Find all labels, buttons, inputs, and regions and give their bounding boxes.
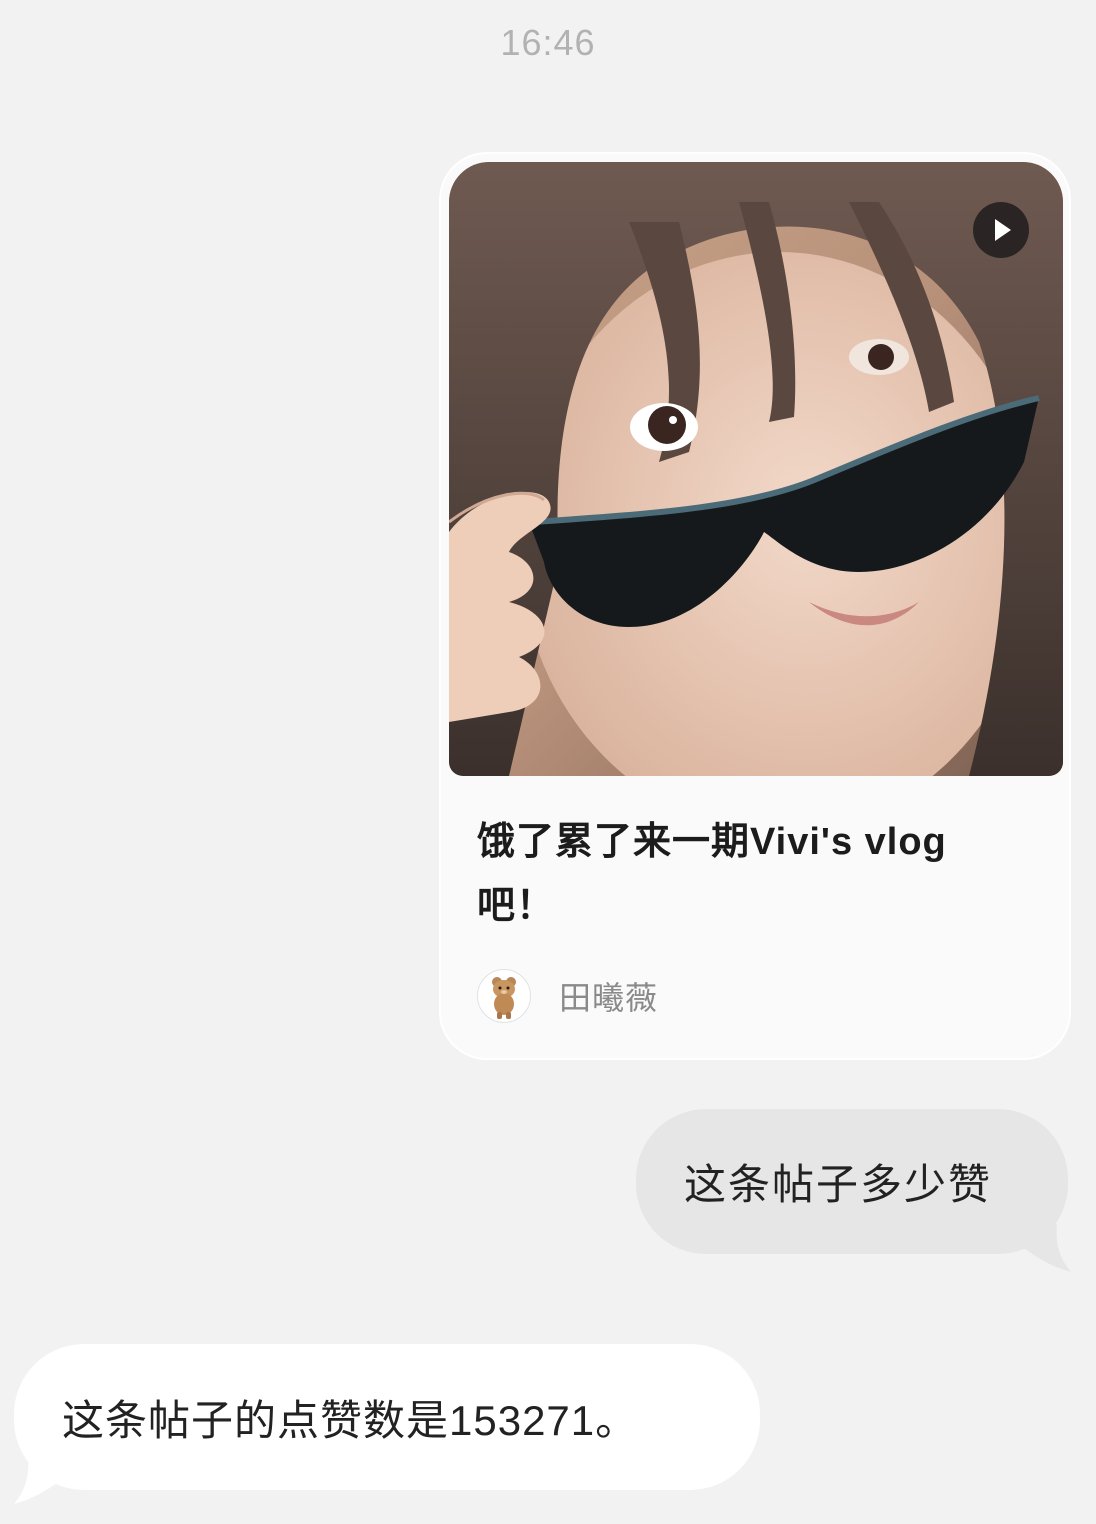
post-title: 饿了累了来一期Vivi's vlog吧！	[477, 821, 947, 927]
user-message-text: 这条帖子多少赞	[684, 1161, 993, 1208]
post-author[interactable]: 田曦薇	[477, 968, 658, 1024]
shared-post-card[interactable]: 饿了累了来一期Vivi's vlog吧！ 田曦薇	[441, 154, 1069, 1058]
cover-illustration	[449, 162, 1063, 776]
assistant-message-bubble[interactable]: 这条帖子的点赞数是153271。	[14, 1344, 760, 1490]
post-cover-image[interactable]	[449, 162, 1063, 776]
assistant-message-text: 这条帖子的点赞数是153271。	[62, 1396, 639, 1444]
teddy-bear-avatar-icon	[477, 969, 531, 1023]
author-name[interactable]: 田曦薇	[559, 973, 658, 1019]
bubble-tail-left-icon	[14, 1456, 80, 1504]
video-play-button[interactable]	[973, 202, 1029, 258]
bubble-tail-right-icon	[1005, 1224, 1071, 1272]
user-message-bubble[interactable]: 这条帖子多少赞	[636, 1109, 1068, 1254]
play-icon	[995, 219, 1011, 241]
message-timestamp: 16:46	[500, 22, 596, 63]
